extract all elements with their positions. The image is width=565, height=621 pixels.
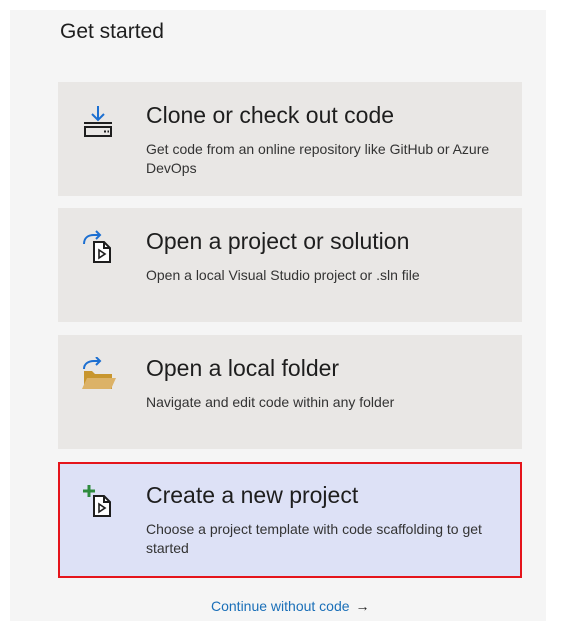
new-project-icon <box>80 484 116 518</box>
continue-link-label: Continue without code <box>211 598 350 614</box>
card-title: Create a new project <box>146 482 359 508</box>
page-title: Get started <box>60 20 164 43</box>
card-title: Open a local folder <box>146 355 340 381</box>
card-title: Open a project or solution <box>146 228 410 254</box>
open-folder-icon <box>80 356 116 391</box>
arrow-right-icon: → <box>355 598 370 614</box>
open-project-card[interactable]: Open a project or solution Open a local … <box>58 208 522 322</box>
card-description: Open a local Visual Studio project or .s… <box>146 267 420 283</box>
open-project-icon <box>80 230 116 264</box>
open-local-folder-card[interactable]: Open a local folder Navigate and edit co… <box>58 335 522 449</box>
continue-without-code-link[interactable]: Continue without code → <box>211 598 370 614</box>
card-description: Choose a project template with code scaf… <box>146 521 482 556</box>
card-description: Navigate and edit code within any folder <box>146 394 395 410</box>
clone-or-checkout-card[interactable]: Clone or check out code Get code from an… <box>58 82 522 196</box>
card-description: Get code from an online repository like … <box>146 141 490 176</box>
card-title: Clone or check out code <box>146 102 395 128</box>
create-new-project-card[interactable]: Create a new project Choose a project te… <box>58 462 522 578</box>
clone-download-icon <box>80 104 116 138</box>
